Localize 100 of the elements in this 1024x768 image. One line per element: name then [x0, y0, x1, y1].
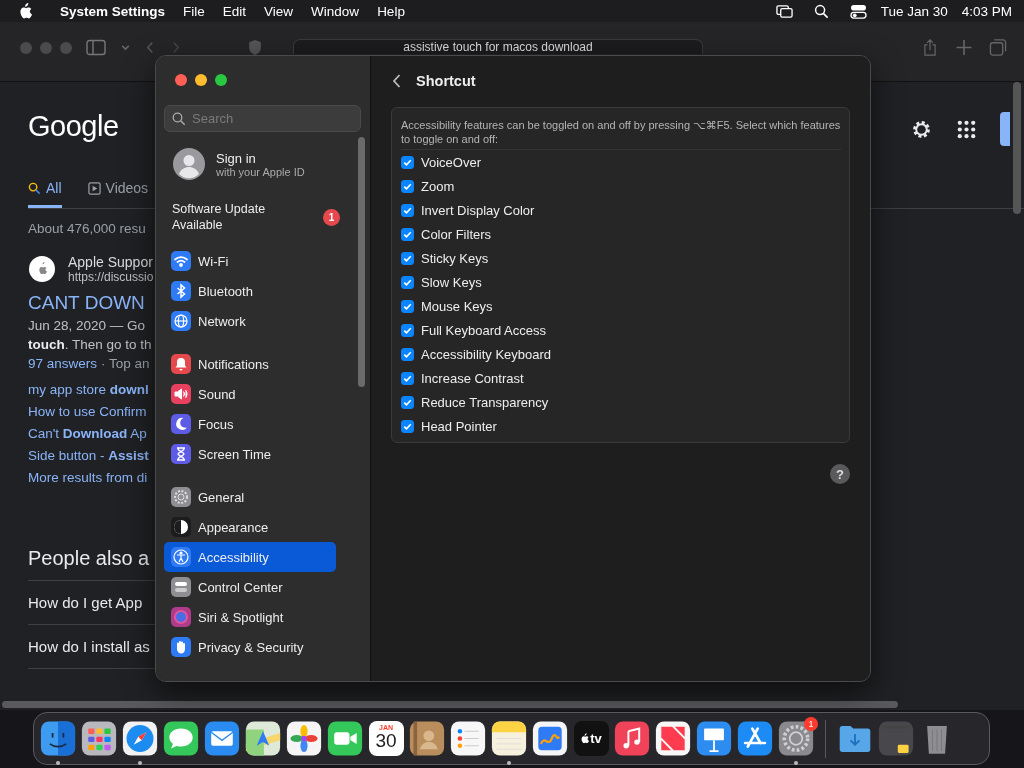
notepad-icon[interactable] [491, 720, 527, 757]
scrollbar-thumb[interactable] [1013, 82, 1021, 214]
list-icon[interactable] [450, 720, 486, 757]
checkbox[interactable] [401, 251, 414, 265]
search-field[interactable]: Search [164, 105, 361, 132]
envelope-icon[interactable] [204, 720, 240, 757]
result-link[interactable]: Can't Download Ap [28, 423, 147, 445]
checkbox[interactable] [401, 419, 414, 433]
menu-item[interactable]: Window [311, 3, 360, 19]
app-menu[interactable]: System Settings [60, 3, 166, 19]
map-icon[interactable] [245, 720, 281, 757]
menu-date[interactable]: Tue Jan 30 [880, 3, 948, 19]
checkbox[interactable] [401, 347, 414, 361]
sidebar-item[interactable]: General [164, 482, 336, 512]
checkbox[interactable] [401, 179, 414, 193]
sidebar-item[interactable]: Siri & Spotlight [164, 602, 336, 632]
account-item[interactable]: Sign in with your Apple ID [164, 145, 362, 183]
checkbox-label: Mouse Keys [421, 298, 493, 314]
apple-icon[interactable] [18, 3, 32, 19]
checkbox-label: Reduce Transparency [421, 394, 549, 410]
sidebar-icon[interactable] [86, 39, 106, 56]
notification-badge: 1 [323, 208, 340, 226]
play-icon [87, 181, 101, 195]
checkbox-label: Increase Contrast [421, 370, 524, 386]
account-title: Sign in [216, 150, 257, 166]
checkbox[interactable] [401, 395, 414, 409]
menu-item[interactable]: View [264, 3, 294, 19]
plus-icon[interactable] [954, 39, 974, 56]
sidebar-item[interactable]: Accessibility [164, 542, 336, 572]
search-tab[interactable]: All [28, 180, 62, 208]
search-tab[interactable]: Videos [87, 180, 149, 208]
checkbox[interactable] [401, 299, 414, 313]
scrollbar-thumb[interactable] [358, 137, 365, 387]
checkbox[interactable] [401, 275, 414, 289]
answers-link[interactable]: 97 answers [28, 356, 98, 371]
sidebar-item[interactable]: Bluetooth [164, 276, 336, 306]
checkbox-label: Sticky Keys [421, 250, 489, 266]
section-heading: People also a [28, 547, 150, 570]
toggle-icon[interactable] [849, 3, 867, 19]
flower-icon[interactable] [286, 720, 322, 757]
zoom-button[interactable] [215, 74, 227, 86]
close-button[interactable] [175, 74, 187, 86]
search-icon [172, 112, 186, 126]
result-url: https://discussio [68, 270, 154, 284]
face-icon[interactable] [40, 720, 76, 757]
sidebar-item[interactable]: Network [164, 306, 336, 336]
drawing-board-icon[interactable] [532, 720, 568, 757]
sidebar-item[interactable]: Focus [164, 409, 336, 439]
minimize-button[interactable] [195, 74, 207, 86]
chat-bubble-icon[interactable] [163, 720, 199, 757]
grid-icon[interactable] [81, 720, 117, 757]
update-item[interactable]: Software Update Available 1 [164, 201, 348, 233]
menu-time[interactable]: 4:03 PM [961, 3, 1012, 19]
result-site: Apple Suppor [68, 254, 154, 270]
page-title: Shortcut [416, 73, 476, 89]
menu-item[interactable]: Edit [222, 3, 247, 19]
menu-item[interactable]: File [183, 3, 205, 19]
compass-icon[interactable] [122, 720, 158, 757]
checkbox[interactable] [401, 155, 414, 169]
sidebar-item[interactable]: Appearance [164, 512, 336, 542]
result-title-link[interactable]: CANT DOWN [28, 292, 145, 314]
music-note-icon[interactable] [614, 720, 650, 757]
search-icon[interactable] [812, 3, 830, 19]
screen-mirroring-icon[interactable] [775, 3, 793, 19]
podium-icon[interactable] [696, 720, 732, 757]
checkbox[interactable] [401, 227, 414, 241]
question-item[interactable]: How do I install as [28, 638, 150, 655]
apple-icon [28, 255, 56, 283]
news-icon[interactable] [655, 720, 691, 757]
app-store-icon[interactable] [737, 720, 773, 757]
window-icon[interactable] [878, 720, 914, 757]
sidebar-item[interactable]: Sound [164, 379, 336, 409]
question-item[interactable]: How do I get App [28, 594, 143, 611]
result-link[interactable]: How to use Confirm [28, 401, 147, 423]
sidebar-item[interactable]: Wi-Fi [164, 246, 336, 276]
video-camera-icon[interactable] [327, 720, 363, 757]
result-link[interactable]: Side button - Assist [28, 445, 149, 467]
back-button[interactable] [392, 73, 402, 89]
tv-icon[interactable]: tv [573, 721, 609, 756]
checkbox[interactable] [401, 323, 414, 337]
result-snippet: Jun 28, 2020 — Go [28, 318, 146, 333]
sidebar-item[interactable]: Privacy & Security [164, 632, 336, 662]
result-count: About 476,000 resu [28, 221, 146, 236]
help-button[interactable]: ? [830, 464, 850, 484]
checkbox[interactable] [401, 203, 414, 217]
result-link[interactable]: More results from di [28, 467, 148, 489]
checkbox-label: Zoom [421, 178, 455, 194]
checkbox[interactable] [401, 371, 414, 385]
contacts-icon[interactable] [409, 720, 445, 757]
result-link[interactable]: my app store downl [28, 379, 149, 401]
sidebar-item[interactable]: Control Center [164, 572, 336, 602]
scrollbar-thumb[interactable] [2, 701, 898, 708]
sidebar-item[interactable]: Notifications [164, 349, 336, 379]
checkbox-label: Invert Display Color [421, 202, 535, 218]
menu-item[interactable]: Help [377, 3, 405, 19]
gear-icon[interactable] [778, 720, 814, 757]
sidebar-item[interactable]: Screen Time [164, 439, 336, 469]
address-field[interactable]: assistive touch for macos download [293, 39, 703, 54]
tabs-icon[interactable] [988, 39, 1008, 56]
checkbox-label: Accessibility Keyboard [421, 346, 552, 362]
